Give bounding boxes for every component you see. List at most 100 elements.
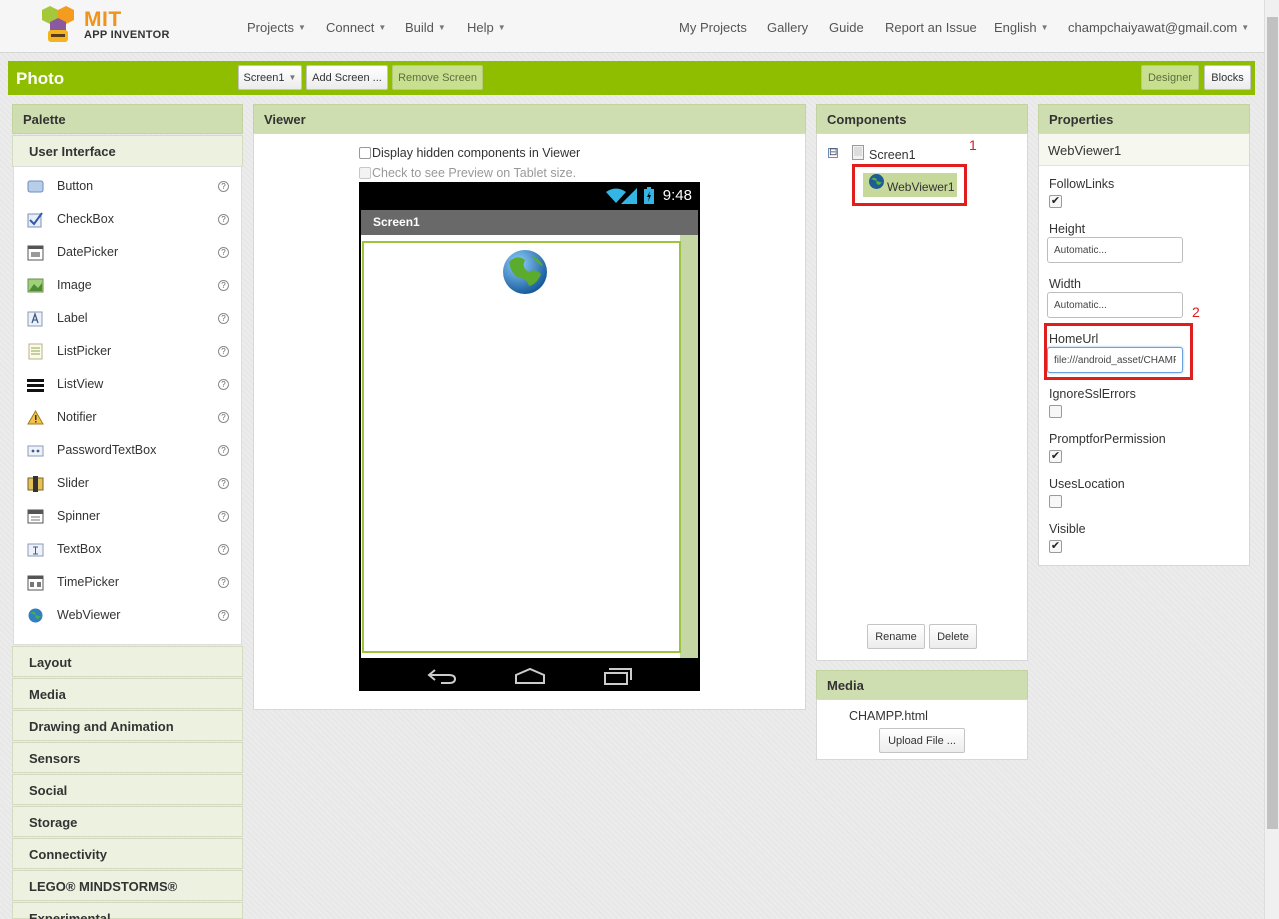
- nav-help-menu[interactable]: Help ▼: [467, 20, 506, 35]
- palette-item-image[interactable]: Image ?: [14, 271, 243, 301]
- palette-category-user-interface[interactable]: User Interface: [12, 135, 243, 167]
- slider-icon: [27, 475, 44, 492]
- nav-projects-menu[interactable]: Projects ▼: [247, 20, 306, 35]
- chevron-down-icon: ▼: [1040, 23, 1049, 32]
- palette-category-social[interactable]: Social: [12, 774, 243, 805]
- palette-category-sensors[interactable]: Sensors: [12, 742, 243, 773]
- top-navigation-bar: MIT APP INVENTOR Projects ▼ Connect ▼ Buil…: [0, 0, 1264, 53]
- help-icon[interactable]: ?: [218, 181, 229, 192]
- collapse-tree-icon[interactable]: ⊟: [828, 148, 838, 158]
- palette-category-storage[interactable]: Storage: [12, 806, 243, 837]
- palette-category-experimental[interactable]: Experimental: [12, 902, 243, 919]
- palette-category-media[interactable]: Media: [12, 678, 243, 709]
- logo-app-inventor-text: APP INVENTOR: [84, 29, 170, 41]
- palette-item-datepicker[interactable]: DatePicker ?: [14, 238, 243, 268]
- palette-item-timepicker[interactable]: TimePicker ?: [14, 568, 243, 598]
- palette-item-listpicker[interactable]: ListPicker ?: [14, 337, 243, 367]
- display-hidden-components-checkbox[interactable]: Display hidden components in Viewer: [359, 146, 580, 160]
- palette-item-notifier[interactable]: Notifier ?: [14, 403, 243, 433]
- remove-screen-button[interactable]: Remove Screen: [392, 65, 483, 90]
- webviewer-component-preview[interactable]: [362, 241, 681, 653]
- help-icon[interactable]: ?: [218, 544, 229, 555]
- help-icon[interactable]: ?: [218, 379, 229, 390]
- screen-select-dropdown[interactable]: Screen1 ▼: [238, 65, 302, 90]
- palette-category-drawing-animation[interactable]: Drawing and Animation: [12, 710, 243, 741]
- palette-item-label: Notifier: [57, 410, 97, 424]
- properties-component-name: WebViewer1: [1039, 134, 1249, 166]
- help-icon[interactable]: ?: [218, 445, 229, 456]
- prop-width-label: Width: [1049, 277, 1081, 291]
- prop-ignoresslerrors-checkbox[interactable]: [1049, 405, 1062, 418]
- help-icon[interactable]: ?: [218, 511, 229, 522]
- designer-button[interactable]: Designer: [1141, 65, 1199, 90]
- nav-my-projects-link[interactable]: My Projects: [679, 20, 747, 35]
- image-icon: [27, 277, 44, 294]
- nav-connect-menu[interactable]: Connect ▼: [326, 20, 386, 35]
- phone-status-bar: 9:48: [359, 182, 700, 210]
- battery-icon: [644, 187, 654, 204]
- palette-item-button[interactable]: Button ?: [14, 172, 243, 202]
- blocks-button[interactable]: Blocks: [1204, 65, 1251, 90]
- help-icon[interactable]: ?: [218, 214, 229, 225]
- palette-item-checkbox[interactable]: CheckBox ?: [14, 205, 243, 235]
- palette-category-connectivity[interactable]: Connectivity: [12, 838, 243, 869]
- prop-followlinks-checkbox[interactable]: ✔: [1049, 195, 1062, 208]
- palette-item-listview[interactable]: ListView ?: [14, 370, 243, 400]
- project-title: Photo: [16, 69, 65, 88]
- nav-report-issue-link[interactable]: Report an Issue: [885, 20, 977, 35]
- prop-promptforpermission-checkbox[interactable]: ✔: [1049, 450, 1062, 463]
- palette-item-slider[interactable]: Slider ?: [14, 469, 243, 499]
- help-icon[interactable]: ?: [218, 280, 229, 291]
- tablet-preview-checkbox[interactable]: Check to see Preview on Tablet size.: [359, 166, 576, 180]
- prop-height-input[interactable]: [1047, 237, 1183, 263]
- button-icon: [27, 178, 44, 195]
- palette-item-textbox[interactable]: TextBox ?: [14, 535, 243, 565]
- palette-item-spinner[interactable]: Spinner ?: [14, 502, 243, 532]
- prop-width-input[interactable]: [1047, 292, 1183, 318]
- add-screen-button[interactable]: Add Screen ...: [306, 65, 388, 90]
- notifier-icon: [27, 409, 44, 426]
- help-icon[interactable]: ?: [218, 412, 229, 423]
- globe-icon: [503, 250, 547, 294]
- timepicker-icon: [27, 574, 44, 591]
- nav-help-label: Help: [467, 20, 494, 35]
- palette-category-lego-mindstorms[interactable]: LEGO® MINDSTORMS®: [12, 870, 243, 901]
- palette-item-webviewer[interactable]: WebViewer ?: [14, 601, 243, 631]
- home-icon: [515, 667, 545, 684]
- chevron-down-icon: ▼: [288, 73, 297, 82]
- help-icon[interactable]: ?: [218, 577, 229, 588]
- nav-gallery-link[interactable]: Gallery: [767, 20, 808, 35]
- screen-select-label: Screen1: [243, 71, 285, 84]
- help-icon[interactable]: ?: [218, 313, 229, 324]
- nav-account-menu[interactable]: champchaiyawat@gmail.com ▼: [1068, 20, 1249, 35]
- page-scrollbar-thumb[interactable]: [1267, 17, 1278, 829]
- help-icon[interactable]: ?: [218, 610, 229, 621]
- prop-visible-checkbox[interactable]: ✔: [1049, 540, 1062, 553]
- phone-screen-area[interactable]: [361, 235, 698, 658]
- nav-guide-link[interactable]: Guide: [829, 20, 864, 35]
- palette-category-layout[interactable]: Layout: [12, 646, 243, 677]
- app-inventor-logo[interactable]: MIT APP INVENTOR: [34, 6, 174, 46]
- rename-button[interactable]: Rename: [867, 624, 925, 649]
- components-panel: [816, 133, 1028, 661]
- palette-item-label: DatePicker: [57, 245, 119, 259]
- page-scrollbar[interactable]: [1264, 0, 1279, 919]
- nav-language-menu[interactable]: English ▼: [994, 20, 1049, 35]
- palette-header: Palette: [12, 104, 243, 134]
- help-icon[interactable]: ?: [218, 346, 229, 357]
- help-icon[interactable]: ?: [218, 247, 229, 258]
- prop-useslocation-checkbox[interactable]: [1049, 495, 1062, 508]
- nav-build-menu[interactable]: Build ▼: [405, 20, 446, 35]
- tablet-preview-label: Check to see Preview on Tablet size.: [372, 166, 577, 180]
- prop-promptforpermission-label: PromptforPermission: [1049, 432, 1166, 446]
- help-icon[interactable]: ?: [218, 478, 229, 489]
- palette-item-passwordtextbox[interactable]: PasswordTextBox ?: [14, 436, 243, 466]
- palette-item-label[interactable]: Label ?: [14, 304, 243, 334]
- listpicker-icon: [27, 343, 44, 360]
- delete-button[interactable]: Delete: [929, 624, 977, 649]
- chevron-down-icon: ▼: [378, 23, 387, 32]
- media-header: Media: [816, 670, 1028, 700]
- media-file-name[interactable]: CHAMPP.html: [849, 709, 928, 723]
- upload-file-button[interactable]: Upload File ...: [879, 728, 965, 753]
- chevron-down-icon: ▼: [297, 23, 306, 32]
